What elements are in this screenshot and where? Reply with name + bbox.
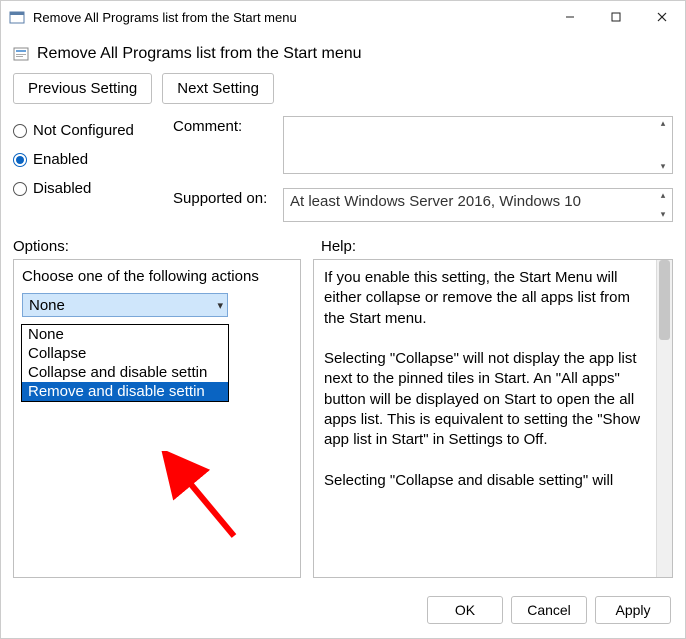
options-label: Options: bbox=[13, 238, 301, 255]
previous-setting-button[interactable]: Previous Setting bbox=[13, 73, 152, 104]
options-combobox[interactable]: None ▾ bbox=[22, 293, 228, 317]
nav-row: Previous Setting Next Setting bbox=[1, 67, 685, 110]
titlebar: Remove All Programs list from the Start … bbox=[1, 1, 685, 33]
help-scroll-thumb[interactable] bbox=[659, 260, 670, 340]
state-radio-group: Not Configured Enabled Disabled bbox=[13, 116, 173, 222]
supported-scroll[interactable]: ▴▾ bbox=[656, 191, 670, 219]
titlebar-controls bbox=[547, 1, 685, 33]
dropdown-item[interactable]: None bbox=[22, 325, 228, 344]
right-fields: Comment: ▴▾ Supported on: At least Windo… bbox=[173, 116, 673, 222]
help-text: If you enable this setting, the Start Me… bbox=[314, 260, 656, 577]
panels: Choose one of the following actions None… bbox=[1, 259, 685, 586]
dropdown-item[interactable]: Remove and disable settin bbox=[22, 382, 228, 401]
supported-on-box: At least Windows Server 2016, Windows 10… bbox=[283, 188, 673, 222]
close-button[interactable] bbox=[639, 1, 685, 33]
radio-label: Enabled bbox=[33, 151, 88, 168]
help-scrollbar[interactable] bbox=[656, 260, 672, 577]
help-panel: If you enable this setting, the Start Me… bbox=[313, 259, 673, 578]
comment-input[interactable]: ▴▾ bbox=[283, 116, 673, 174]
policy-title: Remove All Programs list from the Start … bbox=[37, 45, 362, 63]
radio-icon bbox=[13, 124, 27, 138]
policy-header: Remove All Programs list from the Start … bbox=[1, 33, 685, 67]
policy-editor-window: Remove All Programs list from the Start … bbox=[0, 0, 686, 639]
apply-button[interactable]: Apply bbox=[595, 596, 671, 624]
radio-icon bbox=[13, 153, 27, 167]
radio-label: Not Configured bbox=[33, 122, 134, 139]
dropdown-item[interactable]: Collapse bbox=[22, 344, 228, 363]
chevron-down-icon: ▾ bbox=[217, 299, 223, 312]
radio-enabled[interactable]: Enabled bbox=[13, 151, 173, 168]
dropdown-item[interactable]: Collapse and disable settin bbox=[22, 363, 228, 382]
comment-scroll[interactable]: ▴▾ bbox=[656, 119, 670, 171]
supported-value: At least Windows Server 2016, Windows 10 bbox=[290, 193, 581, 210]
minimize-button[interactable] bbox=[547, 1, 593, 33]
radio-disabled[interactable]: Disabled bbox=[13, 180, 173, 197]
top-grid: Not Configured Enabled Disabled Comment:… bbox=[1, 110, 685, 222]
options-dropdown[interactable]: NoneCollapseCollapse and disable settinR… bbox=[21, 324, 229, 402]
cancel-button[interactable]: Cancel bbox=[511, 596, 587, 624]
options-panel: Choose one of the following actions None… bbox=[13, 259, 301, 578]
radio-icon bbox=[13, 182, 27, 196]
footer: OK Cancel Apply bbox=[1, 586, 685, 638]
radio-not-configured[interactable]: Not Configured bbox=[13, 122, 173, 139]
window-icon bbox=[9, 9, 25, 25]
options-caption: Choose one of the following actions bbox=[22, 268, 292, 285]
supported-label: Supported on: bbox=[173, 188, 283, 207]
next-setting-button[interactable]: Next Setting bbox=[162, 73, 274, 104]
section-labels: Options: Help: bbox=[1, 222, 685, 259]
radio-label: Disabled bbox=[33, 180, 91, 197]
comment-label: Comment: bbox=[173, 116, 283, 135]
help-label: Help: bbox=[321, 238, 673, 255]
ok-button[interactable]: OK bbox=[427, 596, 503, 624]
window-title: Remove All Programs list from the Start … bbox=[33, 10, 547, 25]
combo-value: None bbox=[29, 297, 65, 314]
policy-icon bbox=[13, 46, 29, 62]
maximize-button[interactable] bbox=[593, 1, 639, 33]
